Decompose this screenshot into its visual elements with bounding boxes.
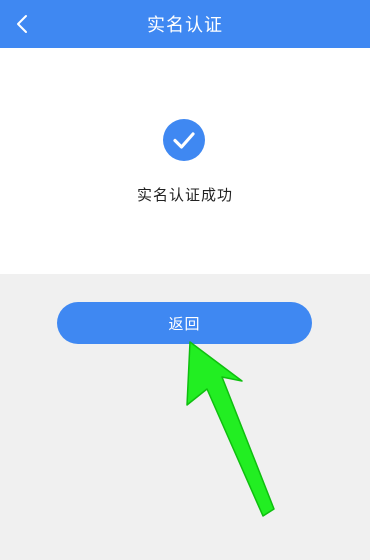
- return-button[interactable]: 返回: [57, 302, 312, 344]
- back-nav-button[interactable]: [0, 0, 44, 48]
- page-title: 实名认证: [147, 15, 223, 36]
- check-circle-icon: [163, 119, 205, 161]
- return-button-label: 返回: [168, 315, 201, 333]
- success-message: 实名认证成功: [136, 186, 233, 204]
- chevron-left-icon: [17, 15, 27, 33]
- screen: 实名认证 实名认证成功 返回: [0, 0, 370, 560]
- result-panel: 实名认证成功: [0, 48, 370, 274]
- nav-bar: 实名认证: [0, 0, 370, 48]
